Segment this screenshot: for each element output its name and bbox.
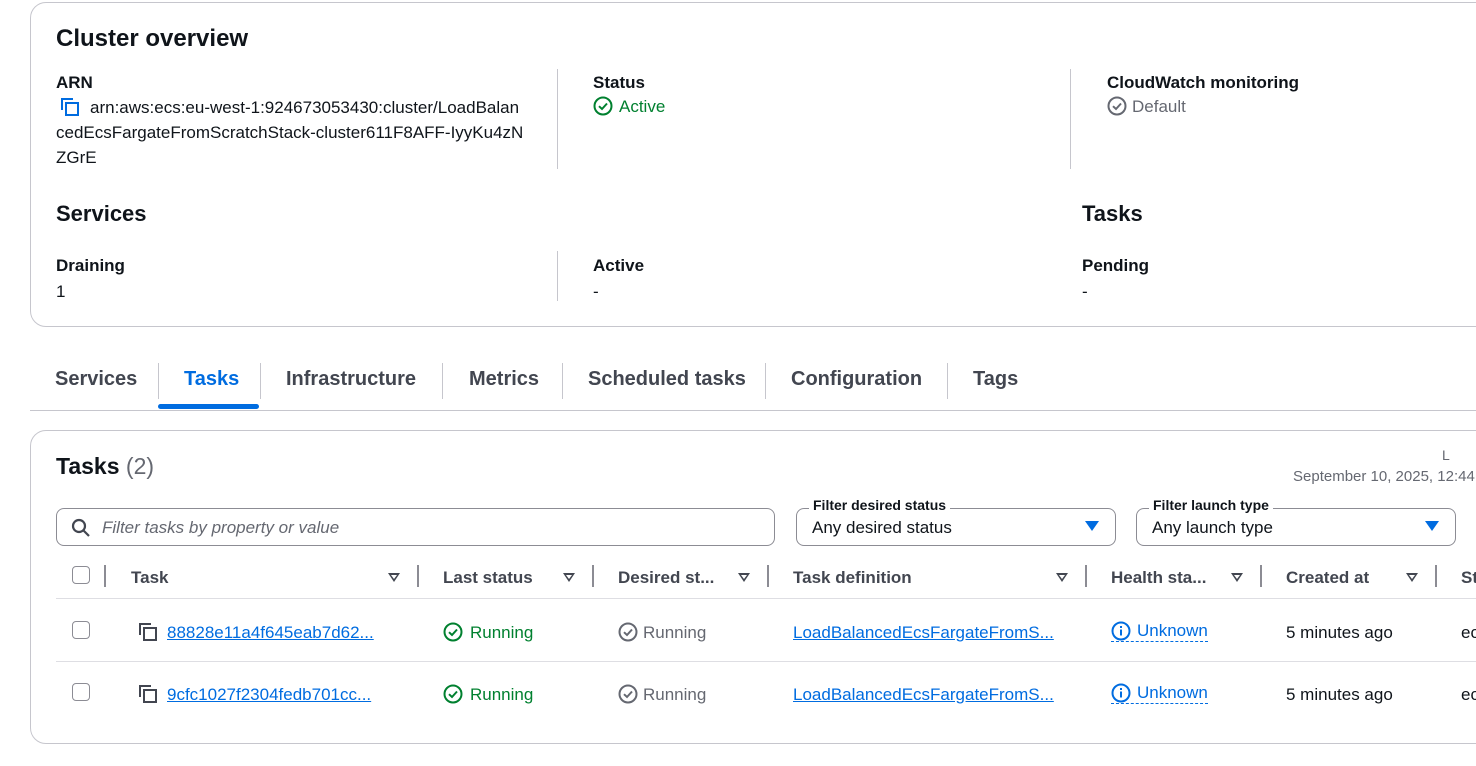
sort-icon[interactable] (563, 573, 575, 582)
started-by-value: ec (1461, 623, 1476, 642)
launch-type-filter-value: Any launch type (1152, 518, 1273, 537)
column-header-task[interactable]: Task (131, 568, 169, 588)
last-status-value: Running (470, 685, 534, 704)
cloudwatch-value: Default (1132, 97, 1186, 116)
task-id-link[interactable]: 9cfc1027f2304fedb701cc... (167, 685, 397, 705)
desired-status-value: Running (643, 623, 707, 642)
row-checkbox[interactable] (72, 621, 90, 639)
tab-configuration[interactable]: Configuration (791, 368, 922, 391)
launch-type-select[interactable]: Filter launch type Any launch type (1136, 497, 1456, 546)
launch-type-filter-label: Filter launch type (1149, 497, 1273, 513)
desired-status-value: Running (643, 685, 707, 704)
tasks-title: Tasks (1082, 201, 1143, 226)
tab-divider (260, 363, 261, 399)
task-definition-link[interactable]: LoadBalancedEcsFargateFromS... (793, 685, 1063, 705)
arn-value: arn:aws:ecs:eu-west-1:924673053430:clust… (56, 98, 524, 167)
desired-status-filter-value: Any desired status (812, 518, 952, 537)
pending-value: - (1082, 282, 1088, 301)
services-title: Services (56, 201, 147, 226)
column-header-desired-status[interactable]: Desired st... (618, 568, 714, 588)
created-at-value: 5 minutes ago (1286, 685, 1393, 704)
sort-icon[interactable] (1056, 573, 1068, 582)
desired-status-select[interactable]: Filter desired status Any desired status (796, 497, 1116, 546)
column-header-task-definition[interactable]: Task definition (793, 568, 912, 588)
tab-tasks[interactable]: Tasks (184, 368, 239, 391)
cluster-tabs: Services Tasks Infrastructure Metrics Sc… (30, 356, 1476, 411)
sort-icon[interactable] (738, 573, 750, 582)
task-definition-link[interactable]: LoadBalancedEcsFargateFromS... (793, 623, 1063, 643)
status-value: Active (619, 97, 666, 116)
sort-icon[interactable] (1231, 573, 1243, 582)
row-checkbox[interactable] (72, 683, 90, 701)
sort-icon[interactable] (1406, 573, 1418, 582)
tab-divider (947, 363, 948, 399)
tab-divider (765, 363, 766, 399)
column-divider (417, 565, 419, 587)
column-divider (1435, 565, 1437, 587)
cloudwatch-label: CloudWatch monitoring (1107, 73, 1300, 92)
draining-label: Draining (56, 256, 125, 275)
status-stopped-icon (618, 684, 638, 704)
tab-divider (442, 363, 443, 399)
arn-label: ARN (56, 73, 93, 92)
column-header-last-status[interactable]: Last status (443, 568, 533, 588)
health-status-value[interactable]: Unknown (1111, 683, 1208, 704)
select-all-checkbox[interactable] (72, 566, 90, 584)
status-label: Status (593, 73, 645, 92)
divider (557, 251, 558, 301)
tasks-count: (2) (125, 453, 155, 479)
search-placeholder: Filter tasks by property or value (102, 518, 340, 537)
cluster-overview-title: Cluster overview (56, 25, 249, 52)
last-updated-value: September 10, 2025, 12:44 (1293, 468, 1475, 485)
tab-metrics[interactable]: Metrics (469, 368, 539, 391)
active-label: Active (593, 256, 645, 275)
tab-divider (562, 363, 563, 399)
status-success-icon (443, 622, 463, 642)
desired-status-filter-label: Filter desired status (809, 497, 951, 513)
tasks-panel-title: Tasks (2) (56, 453, 155, 479)
column-divider (104, 565, 106, 587)
created-at-value: 5 minutes ago (1286, 623, 1393, 642)
search-icon (71, 518, 90, 537)
divider (557, 69, 558, 169)
caret-down-icon (1425, 521, 1439, 531)
copy-icon[interactable] (137, 621, 159, 643)
cluster-overview-card: Cluster overview ARN arn:aws:ecs:eu-west… (30, 2, 1476, 327)
search-input[interactable]: Filter tasks by property or value (56, 508, 775, 546)
column-divider (1085, 565, 1087, 587)
pending-label: Pending (1082, 256, 1150, 275)
tab-tags[interactable]: Tags (973, 368, 1018, 391)
draining-value: 1 (56, 282, 66, 301)
started-by-value: ec (1461, 685, 1476, 704)
tab-divider (158, 363, 159, 399)
tab-services[interactable]: Services (55, 368, 137, 391)
copy-icon[interactable] (137, 683, 159, 705)
status-success-icon (443, 684, 463, 704)
row-divider (56, 661, 1476, 662)
status-stopped-icon (1107, 96, 1127, 116)
last-status-value: Running (470, 623, 534, 642)
tasks-panel: Tasks (2) L September 10, 2025, 12:44 Fi… (30, 430, 1476, 744)
tab-scheduled-tasks[interactable]: Scheduled tasks (588, 368, 746, 391)
last-updated-label: L (1442, 447, 1450, 463)
status-stopped-icon (618, 622, 638, 642)
active-tab-indicator (158, 404, 259, 409)
sort-icon[interactable] (388, 573, 400, 582)
column-divider (1260, 565, 1262, 587)
caret-down-icon (1085, 521, 1099, 531)
status-success-icon (593, 96, 613, 116)
health-status-value[interactable]: Unknown (1111, 621, 1208, 642)
tab-infrastructure[interactable]: Infrastructure (286, 368, 416, 391)
column-header-started-by[interactable]: St (1461, 568, 1476, 588)
active-value: - (593, 282, 599, 301)
divider (1070, 69, 1071, 169)
column-header-created-at[interactable]: Created at (1286, 568, 1369, 588)
task-id-link[interactable]: 88828e11a4f645eab7d62... (167, 623, 397, 643)
column-divider (767, 565, 769, 587)
column-header-health-status[interactable]: Health sta... (1111, 568, 1206, 588)
row-divider (56, 598, 1476, 599)
column-divider (592, 565, 594, 587)
